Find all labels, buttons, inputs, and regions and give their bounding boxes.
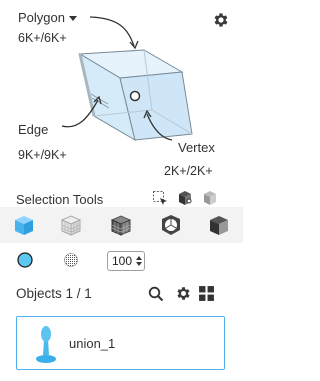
edge-count: 9K+/9K+	[18, 148, 67, 162]
cursor-select-icon	[153, 191, 167, 205]
solid-cube-icon	[15, 216, 33, 235]
object-name: union_1	[69, 335, 116, 351]
tool-sphere-cube[interactable]	[157, 211, 185, 239]
brush-color-swatch[interactable]	[16, 251, 34, 274]
tool-wire-cube[interactable]	[57, 211, 85, 239]
object-list: union_1	[16, 316, 225, 370]
objects-settings-button[interactable]	[175, 285, 192, 307]
brush-size-stepper[interactable]: 100	[107, 251, 145, 271]
color-dot-icon	[17, 252, 33, 268]
gear-icon	[177, 287, 190, 300]
cube-object-icon	[204, 191, 216, 205]
select-faces-button[interactable]	[175, 188, 195, 208]
grid-cube-icon	[110, 215, 132, 236]
tool-grid-cube[interactable]	[107, 211, 135, 239]
sphere-cube-icon	[162, 215, 180, 235]
vertex-label: Vertex	[178, 140, 215, 155]
stepper-down-icon[interactable]	[135, 261, 143, 267]
objects-header: Objects 1 / 1	[16, 286, 92, 301]
wireframe-cube-icon	[60, 215, 82, 236]
cube-faces-icon	[179, 191, 192, 205]
select-cursor-button[interactable]	[150, 188, 170, 208]
objects-grid-view-button[interactable]	[198, 285, 215, 307]
objects-search-button[interactable]	[148, 286, 164, 307]
pattern-sphere-icon	[64, 253, 78, 267]
tool-solid-cube[interactable]	[10, 211, 38, 239]
grid-view-icon	[199, 286, 214, 301]
search-icon	[148, 286, 164, 302]
vertex-count: 2K+/2K+	[164, 164, 213, 178]
mesh-info-panel: Polygon 6K+/6K+ Edge 9K+/9K+ Vertex 2K+/…	[0, 0, 243, 188]
tool-half-cube[interactable]	[205, 211, 233, 239]
select-object-button[interactable]	[200, 188, 220, 208]
selection-tools-title: Selection Tools	[16, 192, 104, 207]
object-thumbnail-icon	[36, 326, 56, 363]
brush-pattern-button[interactable]	[62, 251, 80, 274]
edge-label: Edge	[18, 122, 49, 137]
list-item[interactable]: union_1	[35, 321, 115, 365]
half-cube-icon	[210, 216, 228, 235]
brush-size-value: 100	[112, 254, 133, 268]
